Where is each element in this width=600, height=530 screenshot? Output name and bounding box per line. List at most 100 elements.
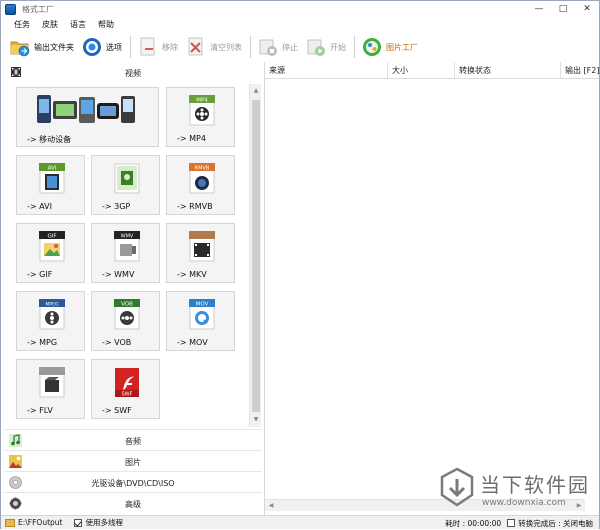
menu-bar: 任务 皮肤 语言 帮助 [1, 17, 599, 32]
badge-text: MPEG [46, 302, 59, 308]
status-bar: E:\FFOutput 使用多线程 耗时 : 00:00:00 转换完成后 : … [1, 515, 599, 529]
format-tile-vob[interactable]: VOB -> VOB [91, 291, 160, 351]
column-status[interactable]: 转换状态 [455, 62, 561, 79]
toolbar-separator [354, 36, 355, 58]
format-tile-mov[interactable]: MOV -> MOV [166, 291, 235, 351]
window-title: 格式工厂 [22, 4, 54, 14]
category-label: 图片 [125, 458, 141, 467]
menu-skin[interactable]: 皮肤 [42, 19, 58, 30]
output-path[interactable]: E:\FFOutput [18, 518, 62, 527]
mkv-icon [189, 231, 215, 262]
badge-text: AVI [48, 166, 57, 172]
output-folder-icon[interactable] [5, 518, 15, 527]
task-list-panel: 来源 大小 转换状态 输出 [F2] ◀ ▶ [264, 62, 599, 515]
menu-language[interactable]: 语言 [70, 19, 86, 30]
gif-icon: GIF [39, 231, 65, 262]
mpg-icon: MPEG [39, 299, 65, 330]
downxia-logo-icon [440, 467, 474, 507]
scroll-left-arrow-icon[interactable]: ◀ [265, 500, 277, 512]
rmvb-icon: RMVB [189, 163, 215, 194]
stop-label: 停止 [282, 42, 298, 52]
task-list-header: 来源 大小 转换状态 输出 [F2] [265, 62, 599, 79]
format-tile-label: -> FLV [27, 406, 53, 415]
minimize-button[interactable]: — [527, 1, 551, 17]
menu-task[interactable]: 任务 [14, 19, 30, 30]
options-button[interactable]: 选项 [81, 35, 122, 59]
format-tile-gif[interactable]: GIF -> GIF [16, 223, 85, 283]
format-tile-label: -> AVI [27, 202, 52, 211]
category-label: 音频 [125, 437, 141, 446]
category-label: 高级 [125, 500, 141, 509]
elapsed-time: 耗时 : 00:00:00 [445, 518, 502, 528]
start-button[interactable]: 开始 [305, 35, 346, 59]
category-optical[interactable]: 光驱设备\DVD\CD\ISO [4, 471, 262, 492]
picture-factory-icon [363, 38, 381, 56]
output-folder-button[interactable]: 输出文件夹 [9, 35, 74, 59]
column-output[interactable]: 输出 [F2] [561, 62, 599, 79]
app-icon [5, 3, 16, 15]
format-tile-label: -> MOV [177, 338, 208, 347]
video-category-header[interactable]: 视频 [4, 62, 262, 84]
remove-button[interactable]: 移除 [137, 35, 178, 59]
format-tile-swf[interactable]: SWF -> SWF [91, 359, 160, 419]
remove-label: 移除 [162, 42, 178, 52]
flv-icon [39, 367, 65, 398]
format-tile-label: -> MKV [177, 270, 207, 279]
watermark-url: www.downxia.com [482, 498, 566, 508]
category-picture[interactable]: 图片 [4, 450, 262, 471]
mp4-icon: MP4 [189, 95, 215, 126]
category-audio[interactable]: 音频 [4, 429, 262, 450]
close-button[interactable]: ✕ [575, 1, 599, 17]
toolbar: 输出文件夹 选项 移除 清空列表 停止 开始 图片工厂 [1, 32, 599, 62]
conversion-panel: 视频 -> 移动设备 MP4 -> MP4 AVI -> AVI -> 3GP … [4, 62, 262, 515]
scroll-thumb[interactable] [252, 100, 260, 412]
toolbar-separator [130, 36, 131, 58]
format-tile-rmvb[interactable]: RMVB -> RMVB [166, 155, 235, 215]
format-tile-label: -> WMV [102, 270, 135, 279]
format-tile-mobile[interactable]: -> 移动设备 [16, 87, 159, 147]
column-source[interactable]: 来源 [265, 62, 388, 79]
task-list-body[interactable] [265, 79, 599, 499]
format-tile-label: -> VOB [102, 338, 132, 347]
format-tile-label: -> MP4 [177, 134, 206, 143]
after-conversion-checkbox[interactable] [507, 519, 516, 527]
badge-text: MOV [196, 302, 209, 308]
wmv-icon: WMV [114, 231, 140, 262]
window-controls: — □ ✕ [527, 1, 599, 17]
folder-icon [10, 41, 30, 57]
format-tile-flv[interactable]: -> FLV [16, 359, 85, 419]
clear-list-button[interactable]: 清空列表 [185, 35, 242, 59]
options-icon [83, 38, 101, 56]
remove-icon [140, 37, 155, 56]
format-tile-mpg[interactable]: MPEG -> MPG [16, 291, 85, 351]
maximize-button[interactable]: □ [551, 1, 575, 17]
format-grid-scrollbar[interactable]: ▲ ▼ [249, 84, 261, 427]
format-tile-label: -> GIF [27, 270, 53, 279]
picture-factory-button[interactable]: 图片工厂 [361, 35, 418, 59]
menu-help[interactable]: 帮助 [98, 19, 114, 30]
format-tile-mp4[interactable]: MP4 -> MP4 [166, 87, 235, 147]
vob-icon: VOB [114, 299, 140, 330]
video-category-label: 视频 [125, 69, 141, 78]
badge-text: VOB [121, 302, 133, 308]
scroll-up-arrow-icon[interactable]: ▲ [250, 85, 262, 97]
after-conversion-label: 转换完成后 : 关闭电脑 [518, 518, 593, 528]
format-tile-mkv[interactable]: -> MKV [166, 223, 235, 283]
stop-button[interactable]: 停止 [257, 35, 298, 59]
watermark: 当下软件园 www.downxia.com [438, 467, 598, 515]
format-tile-label: -> 移动设备 [27, 135, 72, 144]
start-icon [307, 39, 325, 56]
format-tile-avi[interactable]: AVI -> AVI [16, 155, 85, 215]
scroll-down-arrow-icon[interactable]: ▼ [250, 414, 262, 426]
format-tile-3gp[interactable]: -> 3GP [91, 155, 160, 215]
clear-list-icon [188, 37, 203, 56]
app-window: 格式工厂 — □ ✕ 任务 皮肤 语言 帮助 输出文件夹 选项 移除 清空列表 … [0, 0, 600, 529]
category-advanced[interactable]: 高级 [4, 492, 262, 513]
format-tile-wmv[interactable]: WMV -> WMV [91, 223, 160, 283]
format-grid: -> 移动设备 MP4 -> MP4 AVI -> AVI -> 3GP RMV… [16, 87, 248, 427]
avi-icon: AVI [39, 163, 65, 194]
column-size[interactable]: 大小 [388, 62, 455, 79]
multithread-checkbox[interactable] [74, 518, 83, 527]
format-tile-label: -> SWF [102, 406, 132, 415]
picture-factory-label: 图片工厂 [386, 42, 418, 52]
